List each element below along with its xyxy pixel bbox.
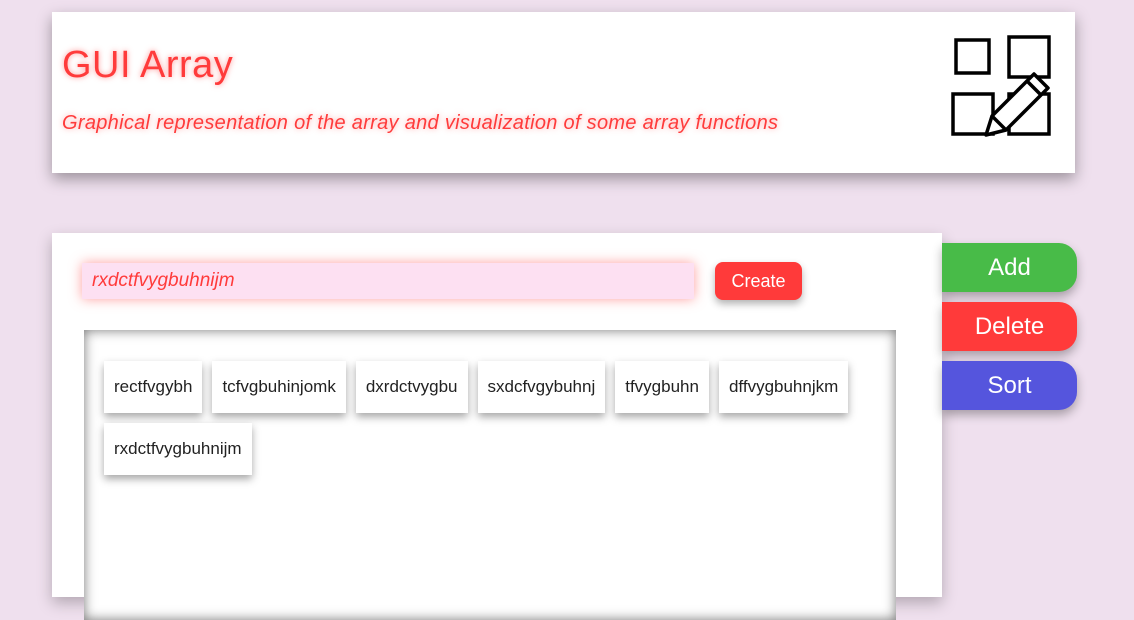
create-button[interactable]: Create <box>715 262 802 300</box>
array-cell[interactable]: sxdcfvgybuhnj <box>477 361 606 413</box>
page-subtitle: Graphical representation of the array an… <box>62 112 779 134</box>
array-container: rectfvgybh tcfvgbuhinjomk dxrdctvygbu sxdcf… <box>84 330 896 620</box>
array-value-input[interactable] <box>82 263 694 299</box>
array-cell[interactable]: dxrdctvygbu <box>355 361 468 413</box>
array-cell[interactable]: tcfvgbuhinjomk <box>212 361 346 413</box>
page-title: GUI Array <box>62 44 234 86</box>
squares-pencil-icon <box>951 35 1051 137</box>
add-button[interactable]: Add <box>942 243 1077 292</box>
delete-button[interactable]: Delete <box>942 302 1077 351</box>
array-panel: Create rectfvgybhtcfvgbuhinjomkdxrdctvyg… <box>52 233 942 620</box>
array-cell[interactable]: rxdctfvygbuhnijm <box>104 423 252 475</box>
array-cells: rectfvgybh tcfvgbuhinjomk dxrdctvygbu sxdcf… <box>104 361 894 475</box>
array-cell[interactable]: tfvygbuhn <box>615 361 709 413</box>
array-cell[interactable]: rectfvgybh <box>104 361 203 413</box>
array-cell[interactable]: dffvygbuhnjkm <box>718 361 849 413</box>
sort-button[interactable]: Sort <box>942 361 1077 410</box>
header: GUI Array Graphical representation of th… <box>52 12 1075 173</box>
